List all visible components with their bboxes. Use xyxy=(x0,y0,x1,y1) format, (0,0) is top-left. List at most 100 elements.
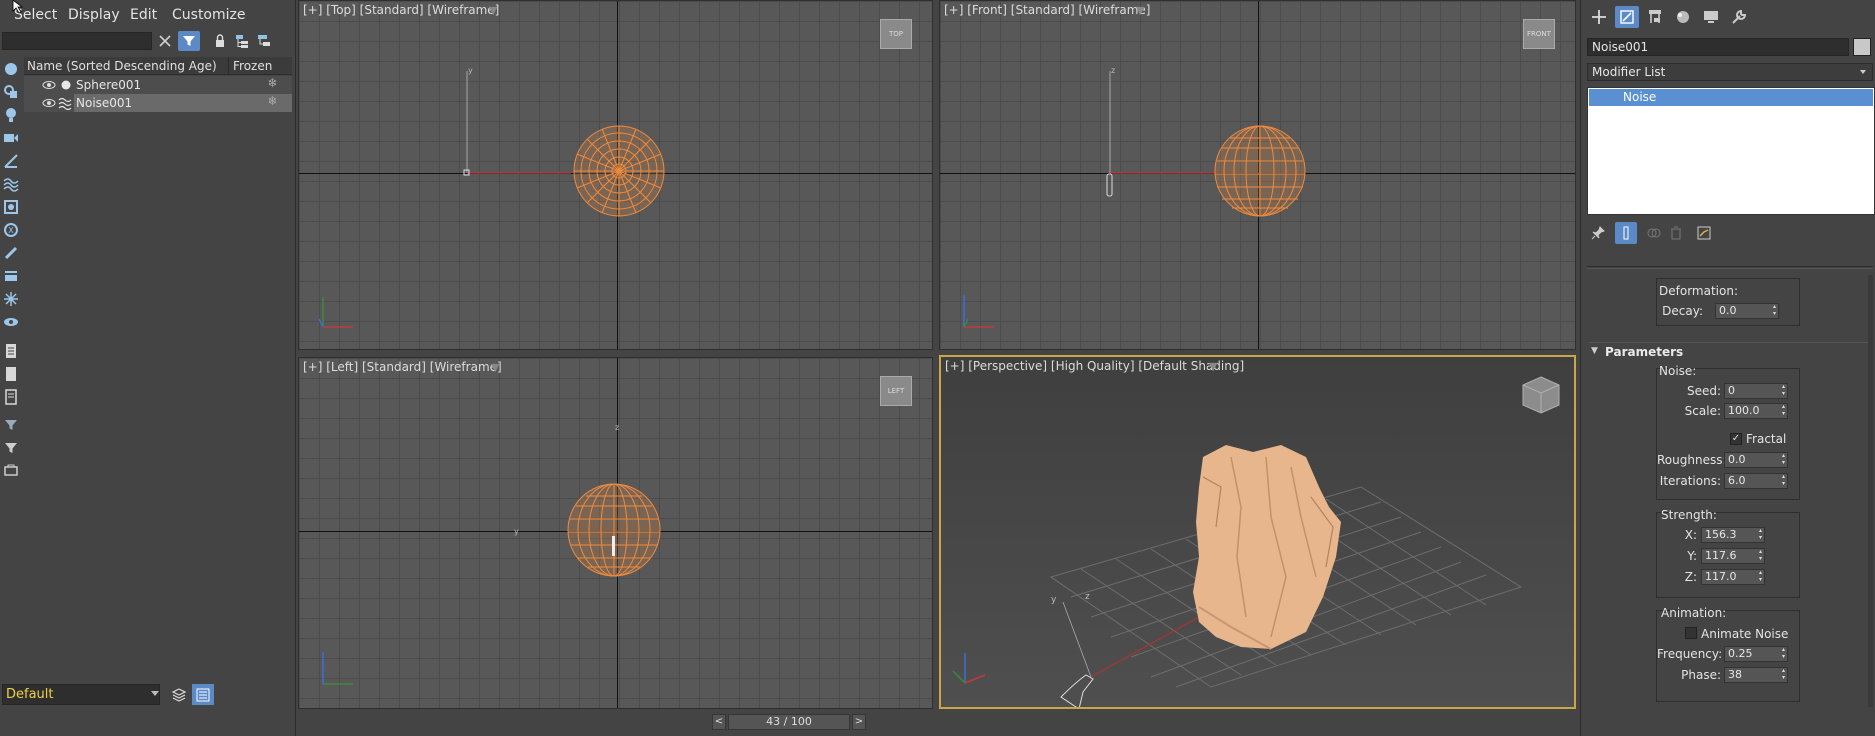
fractal-checkbox[interactable]: ✓ xyxy=(1730,433,1742,445)
menu-customize[interactable]: Customize xyxy=(172,7,246,23)
name-column-header[interactable]: Name (Sorted Descending Age) xyxy=(27,59,217,73)
roughness-label: Roughness: xyxy=(1657,453,1727,467)
menu-display[interactable]: Display xyxy=(68,7,120,23)
xrefs-filter-icon[interactable]: X xyxy=(2,221,20,239)
frozen-column-header[interactable]: Frozen xyxy=(233,59,272,73)
visibility-eye-icon[interactable] xyxy=(42,97,56,112)
viewport-left[interactable]: [+] [Left] [Standard] [Wireframe] ▼ LEFT… xyxy=(298,357,933,709)
layer-bar: Default xyxy=(0,684,296,706)
time-slider-bar: < 43 / 100 > xyxy=(710,713,870,731)
roughness-spinner[interactable]: 0.0 xyxy=(1724,452,1788,468)
layers-icon[interactable] xyxy=(168,684,190,705)
modifier-list-dropdown[interactable]: Modifier List xyxy=(1587,63,1873,81)
modify-tab-icon[interactable] xyxy=(1615,6,1639,28)
scene-explorer: Select Display Edit Customize X Name (So… xyxy=(0,0,296,736)
visibility-eye-icon[interactable] xyxy=(42,79,56,94)
deformation-title: Deformation: xyxy=(1659,284,1738,298)
scene-row-noise001[interactable]: Noise001 ❄ xyxy=(24,94,292,112)
sphere-object-icon xyxy=(60,79,72,94)
explorer-column-header: Name (Sorted Descending Age) Frozen xyxy=(24,57,292,75)
clear-search-icon[interactable] xyxy=(154,31,176,51)
panel-divider[interactable] xyxy=(1587,266,1873,269)
invert-display-icon[interactable] xyxy=(2,388,20,406)
helpers-filter-icon[interactable] xyxy=(2,152,20,170)
noise-group-title: Noise: xyxy=(1659,364,1697,378)
iterations-spinner[interactable]: 6.0 xyxy=(1724,473,1788,489)
lights-filter-icon[interactable] xyxy=(2,106,20,124)
groups-filter-icon[interactable] xyxy=(2,198,20,216)
shapes-filter-icon[interactable] xyxy=(2,83,20,101)
bones-filter-icon[interactable] xyxy=(2,244,20,262)
sphere-wireframe xyxy=(1214,125,1306,217)
object-color-swatch[interactable] xyxy=(1853,38,1871,56)
row-name-noise001: Noise001 xyxy=(76,96,133,110)
scale-spinner[interactable]: 100.0 xyxy=(1724,403,1788,419)
lock-icon[interactable] xyxy=(209,31,231,51)
phase-spinner[interactable]: 38 xyxy=(1724,667,1788,683)
pin-stack-icon[interactable] xyxy=(1587,222,1609,244)
spacewarps-filter-icon[interactable] xyxy=(2,175,20,193)
containers-filter-icon[interactable] xyxy=(2,267,20,285)
filter-settings-icon[interactable] xyxy=(2,416,20,434)
frozen-toggle-icon[interactable]: ❄ xyxy=(253,94,292,112)
next-frame-button[interactable]: > xyxy=(852,714,866,730)
strength-x-spinner[interactable]: 156.3 xyxy=(1701,527,1765,543)
animation-title: Animation: xyxy=(1661,606,1727,620)
command-panel: Noise001 Modifier List Noise Deformation… xyxy=(1580,0,1875,736)
animate-noise-checkbox[interactable] xyxy=(1685,627,1697,639)
strength-y-spinner[interactable]: 117.6 xyxy=(1701,548,1765,564)
configure-modifier-sets-icon[interactable] xyxy=(1693,222,1715,244)
row-name-sphere001: Sphere001 xyxy=(76,78,142,92)
frozen-toggle-icon[interactable]: ❄ xyxy=(253,76,292,94)
layer-explorer-icon[interactable] xyxy=(192,684,214,705)
frozen-filter-icon[interactable] xyxy=(2,290,20,308)
layer-dropdown[interactable]: Default xyxy=(2,684,160,705)
prev-frame-button[interactable]: < xyxy=(712,714,726,730)
make-unique-icon[interactable] xyxy=(1643,222,1665,244)
create-tab-icon[interactable] xyxy=(1587,6,1611,28)
hierarchy-tab-icon[interactable] xyxy=(1643,6,1667,28)
geometry-filter-icon[interactable] xyxy=(2,60,20,78)
show-end-result-icon[interactable] xyxy=(1615,222,1637,244)
time-slider[interactable]: 43 / 100 xyxy=(728,714,850,730)
column-divider[interactable] xyxy=(228,57,229,75)
menu-edit[interactable]: Edit xyxy=(130,7,157,23)
viewport-front[interactable]: [+] [Front] [Standard] [Wireframe] ▼ FRO… xyxy=(939,0,1576,350)
filter-icon[interactable] xyxy=(178,31,200,51)
front-scene-drawing: z xyxy=(963,66,1306,328)
chevron-down-icon xyxy=(151,691,159,696)
parameters-rollout-header[interactable]: ▼ Parameters xyxy=(1589,342,1871,360)
panel-scrollbar[interactable] xyxy=(1868,275,1873,707)
layer-hierarchy-icon[interactable] xyxy=(253,31,275,51)
selection-set-icon[interactable] xyxy=(2,462,20,480)
stack-item-noise[interactable]: Noise xyxy=(1589,89,1873,106)
seed-spinner[interactable]: 0 xyxy=(1724,383,1788,399)
modifier-list-label: Modifier List xyxy=(1592,65,1666,79)
remove-modifier-icon[interactable] xyxy=(1665,222,1687,244)
cameras-filter-icon[interactable] xyxy=(2,129,20,147)
viewport-perspective[interactable]: [+] [Perspective] [High Quality] [Defaul… xyxy=(939,355,1576,709)
scene-row-sphere001[interactable]: Sphere001 ❄ xyxy=(24,76,292,94)
axis-tripod-icon xyxy=(952,653,986,684)
utilities-tab-icon[interactable] xyxy=(1727,6,1751,28)
display-all-icon[interactable] xyxy=(2,342,20,360)
search-input[interactable] xyxy=(2,32,152,50)
frequency-spinner[interactable]: 0.25 xyxy=(1724,646,1788,662)
frequency-label: Frequency: xyxy=(1657,647,1723,661)
decay-spinner[interactable]: 0.0 xyxy=(1715,303,1779,319)
motion-tab-icon[interactable] xyxy=(1671,6,1695,28)
hierarchy-icon[interactable] xyxy=(231,31,253,51)
object-name-field[interactable]: Noise001 xyxy=(1587,38,1849,56)
filter-toggle-icon[interactable] xyxy=(2,439,20,457)
display-none-icon[interactable] xyxy=(2,365,20,383)
viewport-top[interactable]: [+] [Top] [Standard] [Wireframe] ▼ TOP y xyxy=(298,0,933,350)
phase-label: Phase: xyxy=(1681,668,1721,682)
collapse-triangle-icon[interactable]: ▼ xyxy=(1591,346,1598,356)
explorer-toolstrip: X xyxy=(0,56,22,486)
svg-text:z: z xyxy=(1111,66,1115,75)
display-tab-icon[interactable] xyxy=(1699,6,1723,28)
left-scene-drawing: z y xyxy=(322,423,661,685)
strength-z-spinner[interactable]: 117.0 xyxy=(1701,569,1765,585)
svg-text:X: X xyxy=(8,226,14,235)
hidden-filter-icon[interactable] xyxy=(2,313,20,331)
